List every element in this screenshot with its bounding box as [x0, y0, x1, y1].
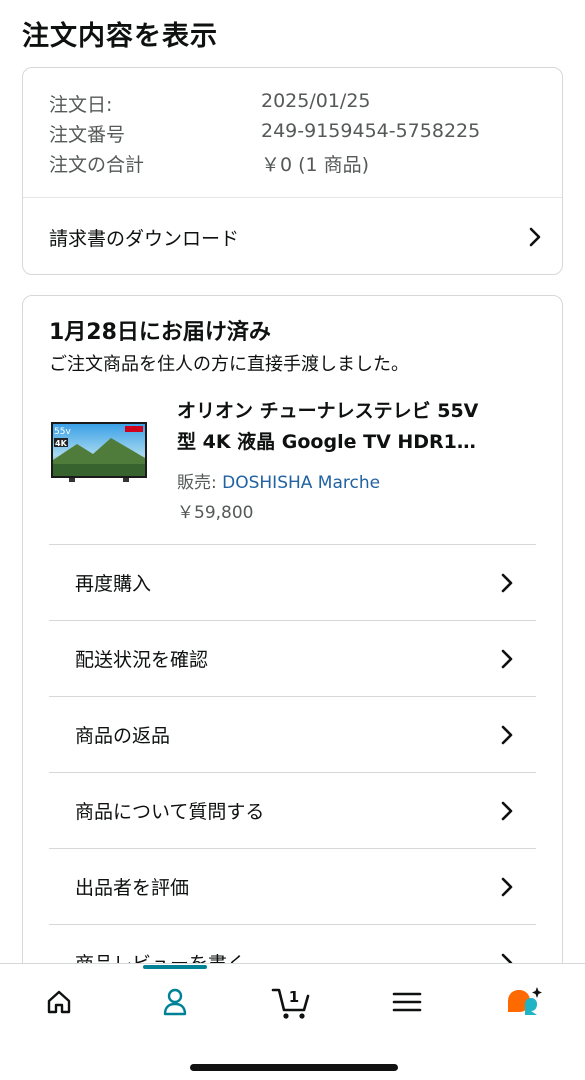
nav-account[interactable] [145, 982, 205, 1022]
order-total-label: 注文の合計 [49, 154, 145, 176]
rate-seller-row[interactable]: 出品者を評価 [49, 848, 536, 924]
return-item-row[interactable]: 商品の返品 [49, 696, 536, 772]
thumb-size-badge: 55v [54, 427, 71, 437]
chevron-right-icon [500, 572, 514, 594]
nav-cart[interactable]: 1 [262, 982, 322, 1022]
seller-link[interactable]: DOSHISHA Marche [222, 473, 380, 493]
nav-home[interactable] [29, 982, 89, 1022]
invoice-download-label: 請求書のダウンロード [49, 227, 240, 250]
bottom-nav: 1 [0, 963, 585, 1080]
thumb-4k-badge: 4K [55, 439, 68, 448]
delivery-note: ご注文商品を住人の方に直接手渡しました。 [49, 354, 409, 375]
chevron-right-icon [528, 226, 542, 248]
buy-again-row[interactable]: 再度購入 [49, 544, 536, 620]
product-image[interactable]: 55v 4K [49, 414, 149, 492]
action-label: 再度購入 [75, 573, 152, 595]
delivery-status: 1月28日にお届け済み [49, 320, 271, 345]
action-list: 再度購入 配送状況を確認 商品の返品 商品について質問する 出品者を評価 商品レ… [49, 544, 536, 1000]
nav-menu[interactable] [377, 982, 437, 1022]
action-label: 出品者を評価 [75, 877, 190, 899]
home-icon [45, 988, 73, 1016]
nav-rufus[interactable] [494, 982, 554, 1022]
product-title-line2: 型 4K 液晶 Google TV HDR1… [177, 431, 476, 453]
product-price: ￥59,800 [177, 503, 254, 523]
order-date-label: 注文日: [49, 94, 113, 116]
invoice-download-row[interactable]: 請求書のダウンロード [23, 198, 562, 276]
track-package-row[interactable]: 配送状況を確認 [49, 620, 536, 696]
action-label: 配送状況を確認 [75, 649, 209, 671]
home-indicator [190, 1064, 398, 1071]
action-label: 商品の返品 [75, 725, 171, 747]
order-number-label: 注文番号 [49, 124, 126, 146]
order-summary-card: 注文日: 2025/01/25 注文番号 249-9159454-5758225… [22, 67, 563, 275]
action-label: 商品について質問する [75, 801, 265, 823]
chevron-right-icon [500, 648, 514, 670]
order-number-value: 249-9159454-5758225 [261, 120, 481, 142]
chevron-right-icon [500, 724, 514, 746]
order-date-value: 2025/01/25 [261, 90, 371, 112]
ask-question-row[interactable]: 商品について質問する [49, 772, 536, 848]
chevron-right-icon [500, 800, 514, 822]
active-tab-indicator [143, 965, 207, 969]
product-title-line1: オリオン チューナレステレビ 55V [177, 400, 479, 422]
account-icon [161, 987, 189, 1017]
rufus-ai-icon [504, 985, 544, 1019]
menu-icon [392, 990, 422, 1014]
cart-icon: 1 [270, 984, 314, 1020]
seller-info: 販売: DOSHISHA Marche [177, 468, 380, 493]
cart-count-badge: 1 [289, 988, 299, 1006]
product-title[interactable]: オリオン チューナレステレビ 55V 型 4K 液晶 Google TV HDR… [177, 396, 542, 458]
page-title: 注文内容を表示 [22, 21, 218, 52]
order-total-value: ￥0 (1 商品) [261, 154, 370, 176]
delivery-card: 1月28日にお届け済み ご注文商品を住人の方に直接手渡しました。 55v 4K [22, 295, 563, 1015]
seller-label: 販売: [177, 473, 217, 493]
chevron-right-icon [500, 876, 514, 898]
